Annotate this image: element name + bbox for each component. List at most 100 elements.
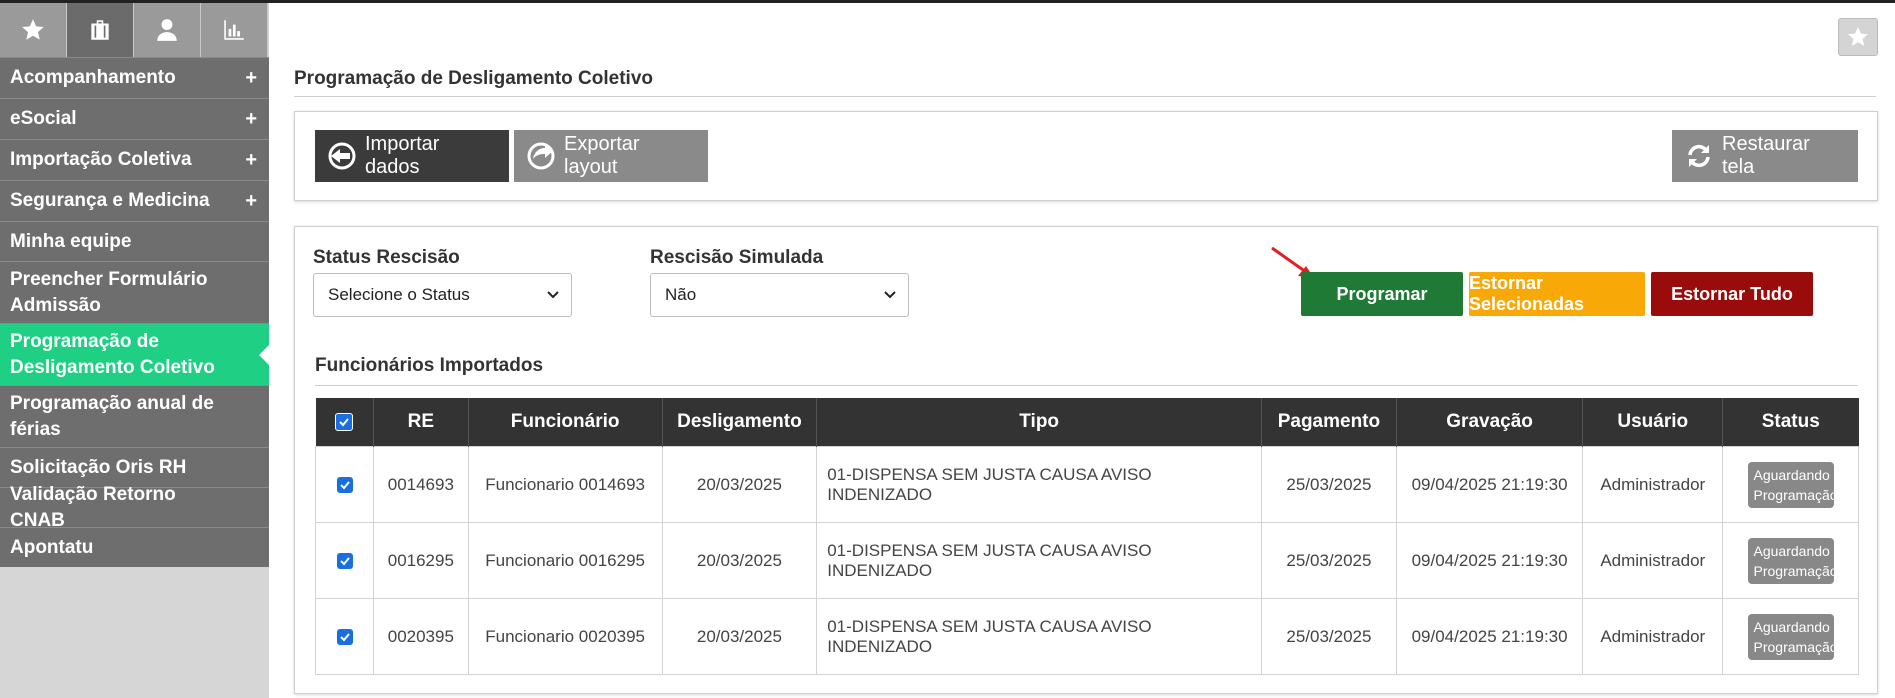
table-row: 0014693 Funcionario 0014693 20/03/2025 0… xyxy=(315,446,1859,523)
import-icon xyxy=(328,142,356,170)
top-border xyxy=(0,0,1895,3)
sidebar-item-label: Minha equipe xyxy=(10,230,132,252)
sidebar-item-acompanhamento[interactable]: Acompanhamento + xyxy=(0,57,269,98)
import-label: Importar dados xyxy=(365,133,440,178)
estornar-selecionadas-button[interactable]: Estornar Selecionadas xyxy=(1469,272,1645,316)
sidebar-item-minha-equipe[interactable]: Minha equipe xyxy=(0,221,269,261)
check-icon xyxy=(339,557,350,566)
export-layout-button[interactable]: Exportar layout xyxy=(514,130,708,182)
column-header-re[interactable]: RE xyxy=(373,398,469,447)
sidebar-item-apontatu[interactable]: Apontatu xyxy=(0,527,269,567)
status-rescisao-label: Status Rescisão xyxy=(313,247,460,268)
status-rescisao-select[interactable]: Selecione o Status xyxy=(313,273,572,317)
cell-usuario: Administrador xyxy=(1582,446,1724,523)
sidebar-item-label: eSocial xyxy=(10,108,77,129)
check-icon xyxy=(339,481,350,490)
tab-reports[interactable] xyxy=(201,3,268,57)
expand-icon: + xyxy=(245,190,257,212)
cell-usuario: Administrador xyxy=(1582,598,1724,675)
column-header-funcionario[interactable]: Funcionário xyxy=(467,398,663,447)
tab-user[interactable] xyxy=(134,3,201,57)
expand-icon: + xyxy=(245,67,257,89)
briefcase-icon xyxy=(91,20,109,40)
select-all-checkbox[interactable] xyxy=(335,412,354,431)
cell-re: 0014693 xyxy=(373,446,469,523)
cell-gravacao: 09/04/2025 21:19:30 xyxy=(1395,522,1584,599)
cell-gravacao: 09/04/2025 21:19:30 xyxy=(1395,446,1584,523)
status-badge[interactable]: Aguardando Programação xyxy=(1747,613,1838,660)
sidebar-item-label: Solicitação Oris RH xyxy=(10,456,187,478)
employees-table: RE Funcionário Desligamento Tipo Pagamen… xyxy=(315,398,1859,675)
export-icon xyxy=(527,142,555,170)
column-header-pagamento[interactable]: Pagamento xyxy=(1261,398,1397,447)
table-row: 0020395 Funcionario 0020395 20/03/2025 0… xyxy=(315,598,1859,675)
sidebar-item-cnab[interactable]: Validação Retorno CNAB xyxy=(0,484,269,531)
status-rescisao-value: Selecione o Status xyxy=(328,285,470,304)
row-checkbox[interactable] xyxy=(336,477,353,494)
cell-usuario: Administrador xyxy=(1582,522,1724,599)
chevron-down-icon xyxy=(547,291,559,299)
column-header-tipo[interactable]: Tipo xyxy=(816,398,1262,447)
user-icon xyxy=(157,19,177,41)
cell-re: 0020395 xyxy=(373,598,469,675)
row-select-cell xyxy=(315,598,374,675)
section-title: Funcionários Importados xyxy=(315,355,544,376)
column-header-status[interactable]: Status xyxy=(1722,398,1859,447)
restore-screen-button[interactable]: Restaurar tela xyxy=(1672,130,1858,182)
sidebar-item-label: Acompanhamento xyxy=(10,67,176,88)
toolbar-panel: Importar dados Exportar layout Restaurar… xyxy=(294,111,1878,201)
column-header-desligamento[interactable]: Desligamento xyxy=(661,398,817,447)
estornar-tudo-button[interactable]: Estornar Tudo xyxy=(1651,272,1813,316)
cell-tipo: 01-DISPENSA SEM JUSTA CAUSA AVISO INDENI… xyxy=(816,598,1263,675)
row-select-cell xyxy=(315,522,374,599)
sidebar-item-esocial[interactable]: eSocial + xyxy=(0,98,269,139)
sidebar-item-seguranca-medicina[interactable]: Segurança e Medicina + xyxy=(0,180,269,221)
table-header-row: RE Funcionário Desligamento Tipo Pagamen… xyxy=(315,398,1859,447)
check-icon xyxy=(339,633,350,642)
expand-icon: + xyxy=(245,108,257,130)
status-badge[interactable]: Aguardando Programação xyxy=(1747,461,1838,508)
cell-pagamento: 25/03/2025 xyxy=(1261,522,1397,599)
divider xyxy=(294,96,1876,97)
sidebar-item-label: Programação de Desligamento Coletivo xyxy=(10,330,215,378)
sidebar-item-label: Importação Coletiva xyxy=(10,149,192,170)
import-data-button[interactable]: Importar dados xyxy=(315,130,509,182)
status-badge[interactable]: Aguardando Programação xyxy=(1747,537,1838,584)
tab-favorites[interactable] xyxy=(0,3,67,57)
cell-pagamento: 25/03/2025 xyxy=(1261,446,1397,523)
cell-desligamento: 20/03/2025 xyxy=(661,598,818,675)
sidebar-item-preencher-formulario[interactable]: Preencher Formulário Admissão xyxy=(0,261,269,323)
cell-desligamento: 20/03/2025 xyxy=(661,446,818,523)
row-checkbox[interactable] xyxy=(336,553,353,570)
sidebar-item-label: Segurança e Medicina xyxy=(10,190,210,211)
check-icon xyxy=(339,418,350,427)
cell-pagamento: 25/03/2025 xyxy=(1261,598,1397,675)
cell-funcionario: Funcionario 0014693 xyxy=(467,446,663,523)
rescisao-simulada-select[interactable]: Não xyxy=(650,273,909,317)
table-row: 0016295 Funcionario 0016295 20/03/2025 0… xyxy=(315,522,1859,599)
cell-status: Aguardando Programação xyxy=(1722,598,1859,675)
row-checkbox[interactable] xyxy=(336,629,353,646)
sidebar-item-label: Apontatu xyxy=(10,536,94,558)
sidebar-item-label: Programação anual de férias xyxy=(10,392,214,440)
page-title: Programação de Desligamento Coletivo xyxy=(294,68,653,89)
sidebar-item-ferias[interactable]: Programação anual de férias xyxy=(0,385,269,447)
bar-chart-icon xyxy=(224,20,244,40)
programar-button[interactable]: Programar xyxy=(1301,272,1463,316)
favorite-button[interactable] xyxy=(1838,18,1878,56)
sidebar-tabs xyxy=(0,3,269,57)
select-all-header xyxy=(315,398,374,447)
row-select-cell xyxy=(315,446,374,523)
column-header-gravacao[interactable]: Gravação xyxy=(1395,398,1583,447)
chevron-down-icon xyxy=(884,291,896,299)
cell-re: 0016295 xyxy=(373,522,469,599)
rescisao-simulada-value: Não xyxy=(665,285,697,304)
tab-briefcase[interactable] xyxy=(67,3,134,57)
cell-funcionario: Funcionario 0016295 xyxy=(467,522,663,599)
column-header-usuario[interactable]: Usuário xyxy=(1582,398,1723,447)
cell-funcionario: Funcionario 0020395 xyxy=(467,598,663,675)
cell-tipo: 01-DISPENSA SEM JUSTA CAUSA AVISO INDENI… xyxy=(816,446,1263,523)
sidebar-item-label: Preencher Formulário Admissão xyxy=(10,268,208,316)
sidebar-item-desligamento-coletivo[interactable]: Programação de Desligamento Coletivo xyxy=(0,323,270,385)
sidebar-item-importacao-coletiva[interactable]: Importação Coletiva + xyxy=(0,139,269,180)
